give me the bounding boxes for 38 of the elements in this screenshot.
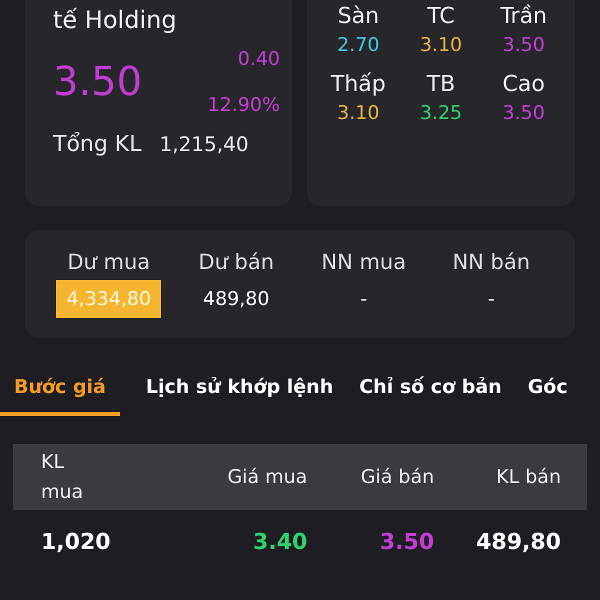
level-label: Cao (502, 74, 545, 96)
level-value: 3.50 (502, 102, 545, 124)
column-header: Giá bán (360, 466, 434, 488)
balance-value: 489,80 (202, 287, 270, 312)
table-cell-text: 3.40 (252, 530, 308, 554)
price-value: 3.50 (53, 59, 142, 105)
balance-value: - (359, 287, 368, 312)
table-cell-text: 489,80 (475, 530, 561, 554)
level-label: Thấp (330, 74, 386, 96)
tab[interactable]: Lịch sử khớp lệnh (146, 368, 334, 416)
balance-label: Dư mua (66, 250, 152, 274)
balance-value: 4,334,80 (56, 280, 162, 318)
level-label: TC (427, 6, 455, 28)
level-value: 2.70 (337, 34, 380, 56)
table-cell-text: 1,020 (41, 530, 112, 554)
tab[interactable]: Bước giá (0, 368, 120, 416)
level-label: TB (426, 74, 456, 96)
column-header: KL mua (41, 450, 84, 505)
level-value: 3.10 (420, 34, 462, 56)
level-label: Trần (500, 6, 547, 28)
level-label: Sàn (338, 6, 380, 28)
volume-value: 1,215,40 (159, 132, 249, 156)
balance-label: Dư bán (197, 250, 276, 274)
level-value: 3.10 (337, 102, 380, 124)
stock-name: tế Holding (53, 6, 178, 34)
column-header: KL bán (495, 466, 561, 488)
balance-label: NN mua (320, 250, 408, 274)
column-header: Giá mua (226, 466, 308, 488)
tab[interactable]: Chỉ số cơ bản (359, 368, 502, 416)
balance-label: NN bán (451, 250, 532, 274)
change-value: 0.40 (238, 48, 280, 70)
volume-label: Tổng KL (53, 132, 142, 157)
table-cell-text: 3.50 (378, 530, 434, 554)
change-percent: 12.90% (208, 94, 280, 116)
balance-value: - (486, 287, 496, 312)
level-value: 3.50 (502, 34, 545, 56)
tab[interactable]: Góc (528, 368, 568, 416)
level-value: 3.25 (420, 102, 462, 124)
